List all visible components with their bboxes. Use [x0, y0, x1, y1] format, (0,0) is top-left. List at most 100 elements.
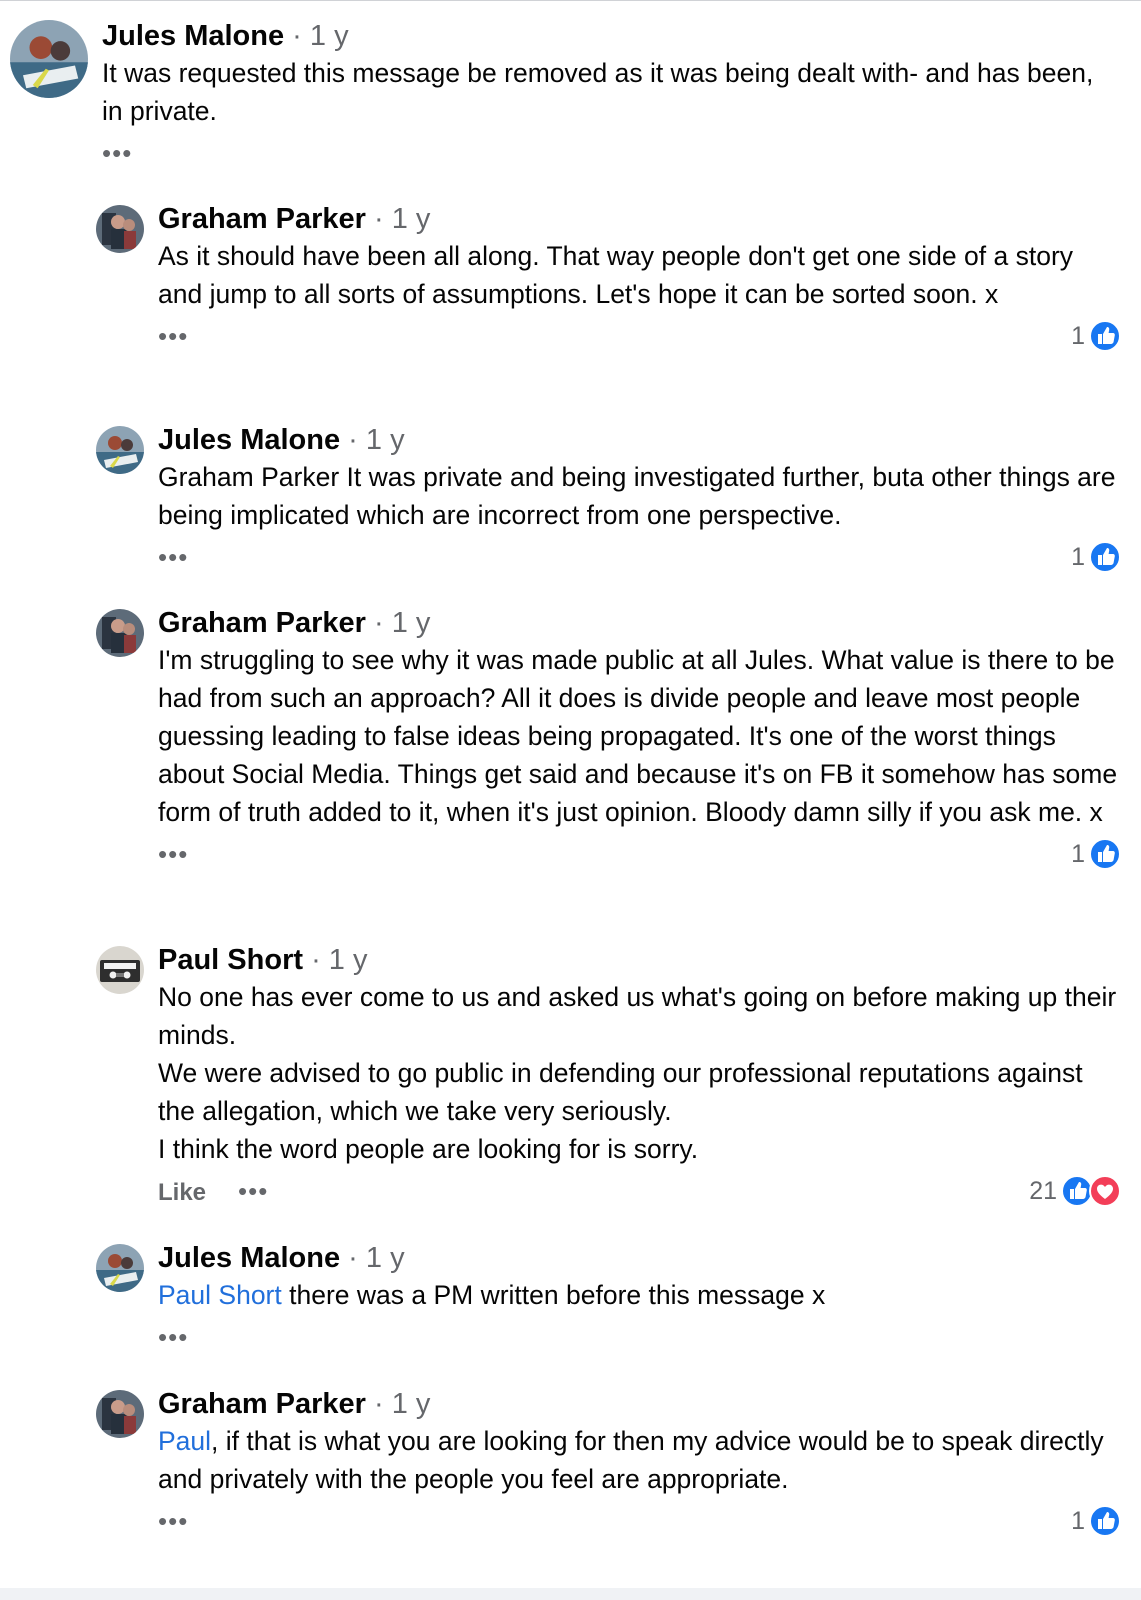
more-options-icon[interactable]: •••: [158, 542, 188, 572]
author-name[interactable]: Graham Parker: [158, 1388, 366, 1420]
timestamp[interactable]: 1 y: [392, 1388, 431, 1420]
timestamp[interactable]: 1 y: [329, 944, 368, 976]
comment-header: Graham Parker · 1 y: [158, 201, 1121, 237]
comment-body: Graham Parker · 1 y Paul, if that is what…: [158, 1386, 1121, 1544]
author-name[interactable]: Jules Malone: [158, 424, 340, 456]
comment-actions: ••• 1: [158, 540, 1121, 580]
like-reaction-icon: [1089, 320, 1121, 352]
author-name[interactable]: Jules Malone: [158, 1242, 340, 1274]
avatar[interactable]: [96, 205, 144, 253]
mention-link[interactable]: Paul: [158, 1426, 211, 1456]
reaction-summary[interactable]: 1: [1071, 319, 1121, 353]
comment-text: Paul, if that is what you are looking fo…: [158, 1422, 1121, 1498]
more-options-icon[interactable]: •••: [102, 138, 132, 168]
comment-header: Graham Parker · 1 y: [158, 1386, 1121, 1422]
comment-body: Jules Malone · 1 y Paul Short there was a…: [158, 1240, 1121, 1360]
more-options-icon[interactable]: •••: [158, 1322, 188, 1352]
more-options-icon[interactable]: •••: [158, 321, 188, 351]
separator: ·: [284, 20, 310, 52]
comment-header: Jules Malone · 1 y: [158, 422, 1121, 458]
author-name[interactable]: Paul Short: [158, 944, 303, 976]
comment-actions: •••: [102, 136, 1121, 176]
paragraph-text: It was requested this message be removed…: [102, 58, 1094, 126]
separator: ·: [340, 1242, 366, 1274]
avatar[interactable]: [10, 20, 88, 98]
paragraph-text: As it should have been all along. That w…: [158, 241, 1074, 309]
paragraph-text: I'm struggling to see why it was made pu…: [158, 645, 1118, 827]
separator: ·: [365, 203, 392, 235]
avatar[interactable]: [96, 609, 144, 657]
love-reaction-icon: [1089, 1175, 1121, 1207]
comment-actions: ••• 1: [158, 319, 1121, 359]
reaction-summary[interactable]: 1: [1071, 837, 1121, 871]
comment-paragraph: I think the word people are looking for …: [158, 1130, 1121, 1168]
reaction-count: 1: [1071, 542, 1085, 571]
comment-paragraph: Paul Short there was a PM written before…: [158, 1276, 1121, 1314]
timestamp[interactable]: 1 y: [366, 424, 405, 456]
reaction-count: 1: [1071, 1506, 1085, 1535]
comment-paragraph: Graham Parker It was private and being i…: [158, 458, 1121, 534]
timestamp[interactable]: 1 y: [392, 203, 431, 235]
mention-link[interactable]: Paul Short: [158, 1280, 282, 1310]
avatar[interactable]: [96, 1244, 144, 1292]
separator: ·: [365, 607, 392, 639]
more-options-icon[interactable]: •••: [158, 1506, 188, 1536]
comment-actions: Like ••• 21: [158, 1174, 1121, 1214]
comment-text: I'm struggling to see why it was made pu…: [158, 641, 1121, 831]
comment-body: Jules Malone · 1 y It was requested this …: [102, 18, 1121, 176]
comment-paragraph: No one has ever come to us and asked us …: [158, 978, 1121, 1054]
comment-body: Jules Malone · 1 y Graham Parker It was p…: [158, 422, 1121, 580]
paragraph-text: Graham Parker It was private and being i…: [158, 462, 1116, 530]
comment-text: Graham Parker It was private and being i…: [158, 458, 1121, 534]
comment-actions: ••• 1: [158, 837, 1121, 877]
author-name[interactable]: Graham Parker: [158, 203, 366, 235]
author-name[interactable]: Jules Malone: [102, 20, 284, 52]
paragraph-text: We were advised to go public in defendin…: [158, 1058, 1083, 1126]
reaction-count: 21: [1029, 1176, 1057, 1205]
comment-text: As it should have been all along. That w…: [158, 237, 1121, 313]
reaction-count: 1: [1071, 839, 1085, 868]
like-reaction-icon: [1089, 541, 1121, 573]
comment-paragraph: We were advised to go public in defendin…: [158, 1054, 1121, 1130]
comment-paragraph: I'm struggling to see why it was made pu…: [158, 641, 1121, 831]
paragraph-text: I think the word people are looking for …: [158, 1134, 699, 1164]
comment-text: No one has ever come to us and asked us …: [158, 978, 1121, 1168]
avatar[interactable]: [96, 426, 144, 474]
comment-paragraph: It was requested this message be removed…: [102, 54, 1121, 130]
paragraph-text: there was a PM written before this messa…: [281, 1280, 826, 1310]
separator: ·: [340, 424, 366, 456]
bottom-strip: [0, 1588, 1141, 1600]
timestamp[interactable]: 1 y: [310, 20, 349, 52]
separator: ·: [365, 1388, 392, 1420]
comment-header: Jules Malone · 1 y: [158, 1240, 1121, 1276]
comment-actions: ••• 1: [158, 1504, 1121, 1544]
more-options-icon[interactable]: •••: [158, 839, 188, 869]
like-reaction-icon: [1089, 1505, 1121, 1537]
reaction-count: 1: [1071, 321, 1085, 350]
comment-actions: •••: [158, 1320, 1121, 1360]
comment-header: Jules Malone · 1 y: [102, 18, 1121, 54]
avatar[interactable]: [96, 1390, 144, 1438]
comment-header: Paul Short · 1 y: [158, 942, 1121, 978]
comment-body: Graham Parker · 1 y I'm struggling to see…: [158, 605, 1121, 877]
comment-text: Paul Short there was a PM written before…: [158, 1276, 1121, 1314]
top-divider: [0, 0, 1141, 1]
comment-text: It was requested this message be removed…: [102, 54, 1121, 130]
reaction-summary[interactable]: 21: [1029, 1174, 1121, 1208]
comment-header: Graham Parker · 1 y: [158, 605, 1121, 641]
paragraph-text: No one has ever come to us and asked us …: [158, 982, 1117, 1050]
reaction-summary[interactable]: 1: [1071, 1504, 1121, 1538]
separator: ·: [303, 944, 329, 976]
timestamp[interactable]: 1 y: [392, 607, 431, 639]
more-options-icon[interactable]: •••: [238, 1176, 268, 1206]
reaction-summary[interactable]: 1: [1071, 540, 1121, 574]
comment-paragraph: As it should have been all along. That w…: [158, 237, 1121, 313]
comment-body: Paul Short · 1 y No one has ever come to …: [158, 942, 1121, 1214]
like-button[interactable]: Like: [158, 1178, 206, 1208]
timestamp[interactable]: 1 y: [366, 1242, 405, 1274]
like-reaction-icon: [1089, 838, 1121, 870]
paragraph-text: , if that is what you are looking for th…: [158, 1426, 1104, 1494]
comment-body: Graham Parker · 1 y As it should have bee…: [158, 201, 1121, 359]
author-name[interactable]: Graham Parker: [158, 607, 366, 639]
avatar[interactable]: [96, 946, 144, 994]
